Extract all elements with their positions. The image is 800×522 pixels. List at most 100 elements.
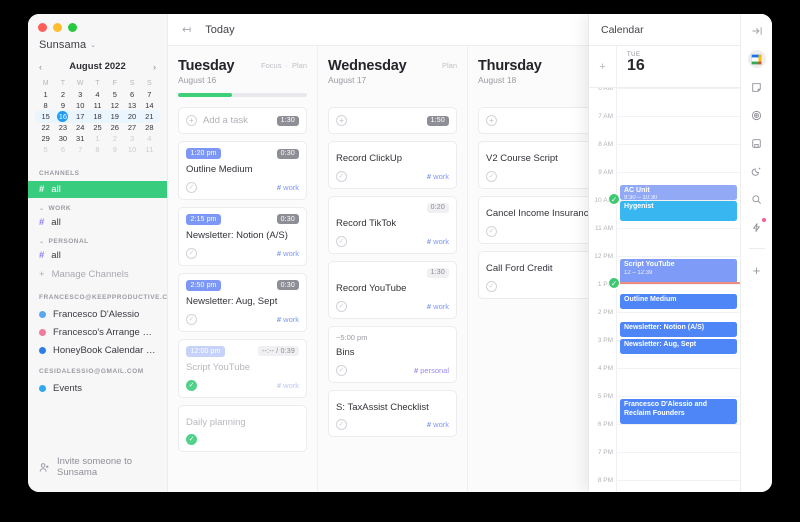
task-channel-tag[interactable]: # work [277, 183, 299, 192]
close-button[interactable] [38, 23, 47, 32]
day-meta-action[interactable]: Plan [292, 61, 307, 70]
mini-calendar-day[interactable]: 5 [106, 89, 123, 100]
collapse-right-icon[interactable] [748, 22, 766, 40]
task-complete-checkbox[interactable]: ✓ [336, 419, 347, 431]
day-meta-action[interactable]: Plan [442, 61, 457, 70]
mini-calendar-day[interactable]: 1 [37, 89, 54, 100]
task-duration[interactable]: 0:30 [276, 148, 299, 159]
calendar-event[interactable]: Outline Medium [620, 293, 737, 310]
mini-calendar-day[interactable]: 30 [54, 133, 71, 144]
task-complete-checkbox[interactable]: ✓ [336, 170, 347, 182]
calendar-toggle[interactable]: HoneyBook Calendar - … [28, 341, 167, 359]
task-card[interactable]: 0:20 Record TikTok ✓ # work [328, 195, 457, 254]
mini-calendar-day[interactable]: 20 [123, 111, 140, 122]
task-channel-tag[interactable]: # work [427, 420, 449, 429]
minimize-button[interactable] [53, 23, 62, 32]
task-channel-tag[interactable]: # work [427, 172, 449, 181]
mini-calendar-day[interactable]: 28 [141, 122, 158, 133]
workspace-switcher[interactable]: Sunsama ⌄ [28, 32, 167, 59]
task-duration[interactable]: 0:20 [426, 202, 449, 213]
mini-calendar-day[interactable]: 4 [89, 89, 106, 100]
task-channel-tag[interactable]: # personal [414, 366, 449, 375]
task-complete-checkbox[interactable]: ✓ [486, 225, 497, 237]
task-time[interactable]: 2:15 pm [186, 213, 221, 225]
task-complete-checkbox[interactable]: ✓ [486, 280, 497, 292]
task-channel-tag[interactable]: # work [277, 381, 299, 390]
mini-calendar-day[interactable]: 24 [72, 122, 89, 133]
calendar-event[interactable]: Hygenist [620, 201, 737, 221]
target-icon[interactable] [748, 106, 766, 124]
mini-calendar-day[interactable]: 7 [141, 89, 158, 100]
mini-calendar-day[interactable]: 27 [123, 122, 140, 133]
mini-calendar-day[interactable]: 5 [37, 144, 54, 155]
task-card[interactable]: Record ClickUp ✓ # work [328, 141, 457, 189]
calendar-event[interactable]: Newsletter: Notion (A/S) [620, 321, 737, 338]
task-time[interactable]: 2:50 pm [186, 279, 221, 291]
task-card[interactable]: 1:30 Record YouTube ✓ # work [328, 260, 457, 319]
google-calendar-icon[interactable] [747, 50, 766, 68]
mini-calendar-day[interactable]: 31 [72, 133, 89, 144]
calendar-event[interactable]: Newsletter: Aug, Sept [620, 338, 737, 354]
notes-icon[interactable] [748, 78, 766, 96]
mini-calendar-day[interactable]: 25 [89, 122, 106, 133]
mini-calendar-day[interactable]: 9 [106, 144, 123, 155]
task-card[interactable]: 2:15 pm 0:30 Newsletter: Notion (A/S) ✓ # wo… [178, 206, 307, 266]
mini-calendar-day[interactable]: 15 [37, 111, 54, 122]
task-complete-checkbox[interactable]: ✓ [186, 247, 197, 259]
task-channel-tag[interactable]: # work [427, 302, 449, 311]
add-task-row[interactable]: +1:50 [328, 107, 457, 134]
add-event-button[interactable]: + [589, 46, 617, 87]
mini-calendar-day[interactable]: 8 [89, 144, 106, 155]
mini-calendar-day[interactable]: 11 [141, 144, 158, 155]
task-complete-checkbox[interactable]: ✓ [186, 379, 197, 391]
calendar-toggle[interactable]: Francesco D'Alessio [28, 305, 167, 323]
task-channel-tag[interactable]: # work [277, 315, 299, 324]
task-complete-checkbox[interactable]: ✓ [186, 181, 197, 193]
task-complete-checkbox[interactable]: ✓ [336, 364, 347, 376]
integrations-icon[interactable] [748, 218, 766, 236]
task-channel-tag[interactable]: # work [427, 237, 449, 246]
task-card[interactable]: Daily planning ✓ [178, 404, 307, 453]
day-meta-action[interactable]: Focus [261, 61, 281, 70]
task-complete-checkbox[interactable]: ✓ [486, 170, 497, 182]
add-task-row[interactable]: + Add a task 1:30 [178, 107, 307, 134]
collapse-sidebar-icon[interactable]: ↤ [182, 23, 191, 36]
mini-calendar-day[interactable]: 4 [141, 133, 158, 144]
task-complete-checkbox[interactable]: ✓ [186, 434, 197, 446]
task-duration[interactable]: 0:30 [276, 214, 299, 225]
task-complete-checkbox[interactable]: ✓ [336, 300, 347, 312]
channel-item-personal-all[interactable]: # all [28, 247, 167, 264]
search-icon[interactable] [748, 190, 766, 208]
task-duration[interactable]: --:-- / 0:39 [257, 346, 299, 357]
calendar-slots[interactable]: AC Unit 9:30 – 10:30 ✓ Hygenist Script YouTu… [608, 88, 740, 492]
calendar-toggle[interactable]: Francesco's Arrange Ca… [28, 323, 167, 341]
mini-calendar-day[interactable]: 17 [72, 111, 89, 122]
channel-group-work[interactable]: ⌄ WORK [28, 198, 167, 214]
mini-calendar-day[interactable]: 16 [57, 111, 69, 122]
mini-calendar-day[interactable]: 2 [54, 89, 71, 100]
task-complete-checkbox[interactable]: ✓ [186, 313, 197, 325]
night-mode-icon[interactable] [748, 162, 766, 180]
mini-calendar-day[interactable]: 3 [72, 89, 89, 100]
task-card[interactable]: S: TaxAssist Checklist ✓ # work [328, 389, 457, 438]
mini-calendar-day[interactable]: 6 [123, 89, 140, 100]
task-duration[interactable]: 0:30 [276, 280, 299, 291]
mini-calendar-day[interactable]: 6 [54, 144, 71, 155]
next-month-button[interactable]: › [151, 62, 158, 72]
archive-icon[interactable] [748, 134, 766, 152]
channel-item-work-all[interactable]: # all [28, 214, 167, 231]
mini-calendar-day[interactable]: 21 [141, 111, 158, 122]
calendar-grid[interactable]: 6 AM 7 AM 8 AM 9 AM 10 AM 11 AM 12 PM 1 PM 2 PM 3… [589, 88, 740, 492]
task-complete-checkbox[interactable]: ✓ [336, 235, 347, 247]
calendar-event[interactable]: Francesco D'Alessio and Reclaim Founders [620, 398, 737, 424]
mini-calendar-day[interactable]: 3 [123, 133, 140, 144]
mini-calendar-day[interactable]: 18 [89, 111, 106, 122]
mini-calendar-day[interactable]: 19 [106, 111, 123, 122]
task-duration[interactable]: 1:30 [426, 267, 449, 278]
channel-item-all[interactable]: # all [28, 181, 167, 198]
task-card[interactable]: 2:50 pm 0:30 Newsletter: Aug, Sept ✓ # work [178, 272, 307, 332]
task-time[interactable]: 1:20 pm [186, 148, 221, 159]
mini-calendar-day[interactable]: 10 [123, 144, 140, 155]
prev-month-button[interactable]: ‹ [37, 62, 44, 72]
task-card[interactable]: 1:20 pm 0:30 Outline Medium ✓ # work [178, 141, 307, 200]
